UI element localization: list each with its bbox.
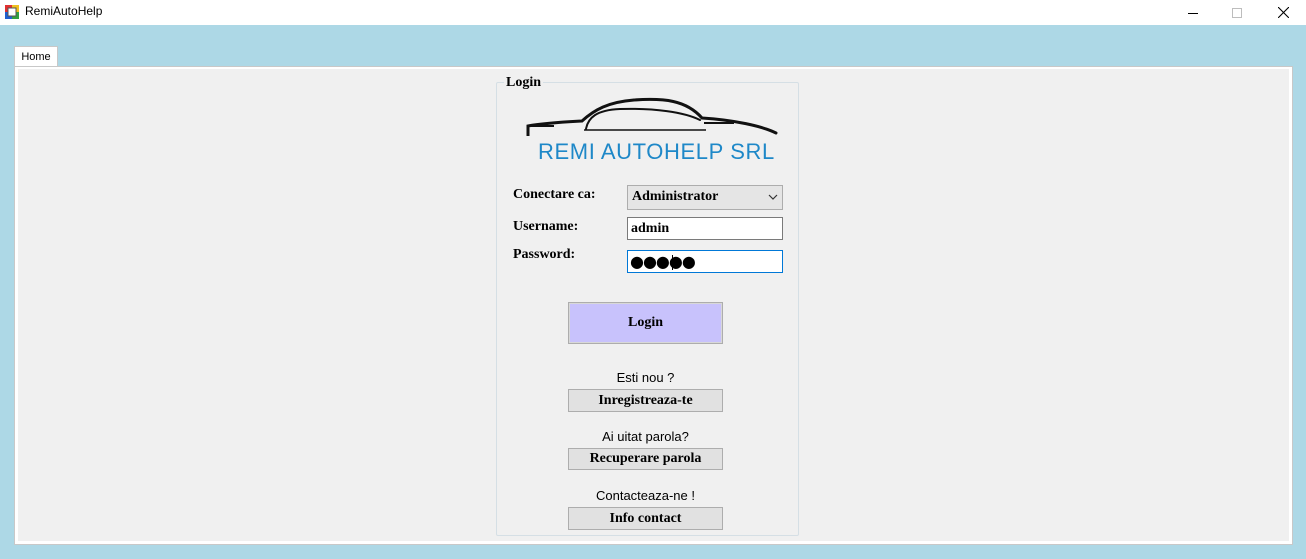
minimize-button[interactable] bbox=[1170, 0, 1216, 25]
connect-as-label: Conectare ca: bbox=[513, 187, 596, 202]
recover-password-button[interactable]: Recuperare parola bbox=[568, 448, 723, 470]
login-button-label: Login bbox=[627, 315, 663, 330]
username-input[interactable]: admin bbox=[627, 217, 783, 240]
tab-home-label: Home bbox=[21, 50, 51, 63]
connect-as-select[interactable]: Administrator bbox=[627, 185, 783, 210]
maximize-button[interactable] bbox=[1214, 0, 1260, 25]
login-button[interactable]: Login bbox=[568, 302, 723, 344]
recover-password-button-label: Recuperare parola bbox=[589, 451, 702, 466]
title-bar: RemiAutoHelp bbox=[0, 0, 1306, 25]
close-button[interactable] bbox=[1260, 0, 1306, 25]
info-contact-button[interactable]: Info contact bbox=[568, 507, 723, 530]
contact-us-prompt: Contacteaza-ne ! bbox=[595, 488, 695, 503]
register-button-label: Inregistreaza-te bbox=[598, 392, 693, 408]
info-contact-button-label: Info contact bbox=[609, 510, 682, 526]
maximize-icon bbox=[1232, 7, 1242, 18]
login-group-title: Login bbox=[504, 75, 544, 91]
brand-name: REMI AUTOHELP SRL bbox=[538, 139, 775, 164]
window-title: RemiAutoHelp bbox=[25, 4, 103, 18]
forgot-password-prompt: Ai uitat parola? bbox=[602, 429, 689, 444]
chevron-down-icon bbox=[768, 194, 778, 200]
minimize-icon bbox=[1188, 12, 1198, 14]
register-button[interactable]: Inregistreaza-te bbox=[568, 389, 723, 412]
app-icon bbox=[5, 5, 19, 19]
tab-home[interactable]: Home bbox=[14, 46, 58, 66]
username-value: admin bbox=[631, 221, 670, 236]
password-input[interactable]: ●●●●● bbox=[627, 250, 783, 273]
close-icon bbox=[1277, 7, 1289, 18]
password-label: Password: bbox=[513, 247, 576, 262]
password-masked-value: ●●●●● bbox=[630, 252, 696, 271]
connect-as-value: Administrator bbox=[632, 189, 719, 204]
new-user-prompt: Esti nou ? bbox=[616, 370, 675, 385]
text-caret bbox=[672, 255, 673, 270]
username-label: Username: bbox=[513, 219, 579, 234]
car-silhouette-icon bbox=[526, 97, 778, 136]
